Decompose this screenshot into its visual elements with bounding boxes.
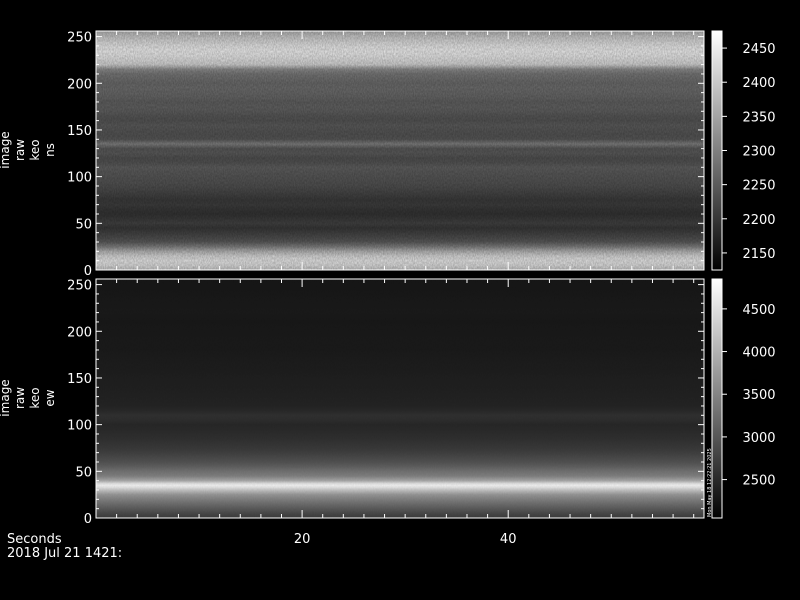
top-ylabel-line-3: keo [28, 139, 42, 160]
bottom-colorbar-label-4000: 4000 [742, 346, 775, 361]
x-axis-title: Seconds [7, 532, 62, 547]
top-ytick-label-0: 0 [84, 264, 92, 279]
top-ylabel-line-4: ns [43, 143, 57, 157]
top-colorbar [711, 30, 723, 271]
bottom-colorbar-label-3000: 3000 [742, 431, 775, 446]
top-ylabel-line-1: image [0, 131, 12, 168]
top-colorbar-label-2400: 2400 [742, 76, 775, 91]
top-colorbar-label-2350: 2350 [742, 110, 775, 125]
bottom-ytick-label-0: 0 [84, 512, 92, 527]
top-y-label: image raw keo ns [0, 131, 57, 168]
bottom-ylabel-line-1: image [0, 379, 12, 416]
side-timestamp: Mon May 18 12:22:21 2025 [707, 448, 713, 517]
x-tick-label-40: 40 [500, 532, 517, 547]
top-colorbar-label-2150: 2150 [742, 247, 775, 262]
bottom-ytick-label-100: 100 [67, 419, 92, 434]
bottom-ylabel-line-4: ew [43, 389, 57, 406]
bottom-colorbar-tick-group: 2500 3000 3500 4000 4500 [722, 303, 776, 489]
top-colorbar-label-2300: 2300 [742, 145, 775, 160]
bottom-colorbar-label-2500: 2500 [742, 474, 775, 489]
top-panel: 0 50 100 150 200 250 image raw keo ns 2150 220… [0, 30, 776, 279]
top-colorbar-label-2200: 2200 [742, 213, 775, 228]
bottom-ytick-label-200: 200 [67, 325, 92, 340]
top-ytick-label-200: 200 [67, 77, 92, 92]
top-ylabel-line-2: raw [13, 139, 27, 161]
bottom-colorbar-label-3500: 3500 [742, 388, 775, 403]
x-axis-labels: 20 40 [294, 532, 517, 547]
top-ytick-label-250: 250 [67, 31, 92, 46]
top-colorbar-label-2450: 2450 [742, 42, 775, 57]
top-ytick-label-50: 50 [75, 217, 92, 232]
keogram-figure: 050100150200250 image raw keo ns 2150220… [0, 30, 776, 561]
bottom-ylabel-line-3: keo [28, 387, 42, 408]
x-tick-label-20: 20 [294, 532, 311, 547]
top-panel-noise [96, 31, 704, 270]
top-ytick-label-100: 100 [67, 171, 92, 186]
top-colorbar-tick-group: 2150 2200 2250 2300 2350 2400 2450 [722, 42, 776, 262]
bottom-y-label: image raw keo ew [0, 379, 57, 416]
top-ytick-label-150: 150 [67, 124, 92, 139]
bottom-ytick-label-250: 250 [67, 279, 92, 294]
bottom-ytick-label-50: 50 [75, 465, 92, 480]
bottom-ylabel-line-2: raw [13, 387, 27, 409]
bottom-panel: 0 50 100 150 200 250 image raw keo ew 2500 300… [0, 278, 776, 527]
bottom-panel-noise [96, 279, 704, 518]
footer-date: 2018 Jul 21 1421: [7, 546, 122, 561]
bottom-ytick-label-150: 150 [67, 372, 92, 387]
top-colorbar-label-2250: 2250 [742, 179, 775, 194]
bottom-colorbar [711, 278, 723, 519]
bottom-colorbar-label-4500: 4500 [742, 303, 775, 318]
